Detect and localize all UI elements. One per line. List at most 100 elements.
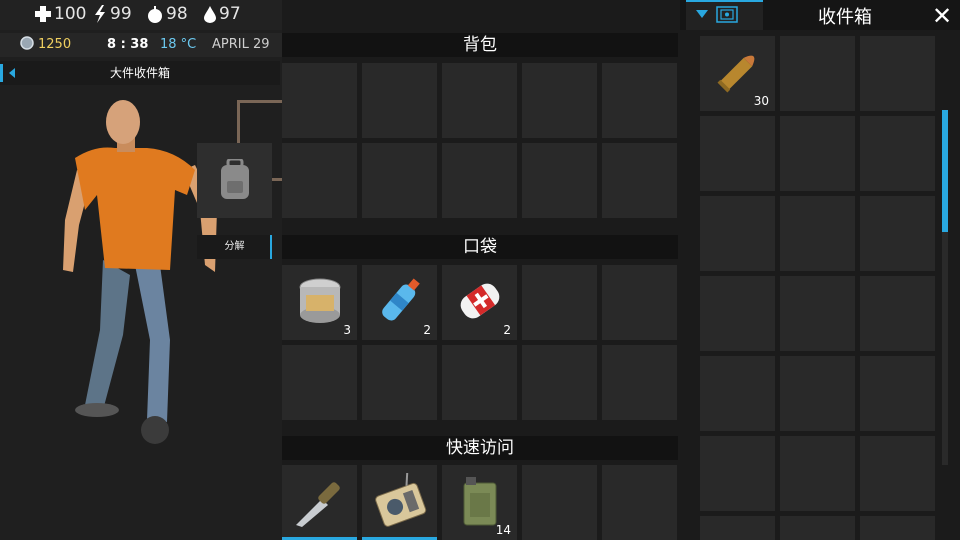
health-value: 100 xyxy=(54,4,87,24)
storage-slot[interactable] xyxy=(860,196,935,271)
lightning-icon xyxy=(95,5,105,23)
pocket-slot[interactable]: 2 xyxy=(442,265,517,340)
storage-slot[interactable] xyxy=(780,516,855,540)
storage-slot[interactable] xyxy=(700,436,775,511)
storage-slot[interactable] xyxy=(780,356,855,431)
tab-marker xyxy=(0,64,3,82)
canned-food-icon xyxy=(299,278,341,323)
arrow-left-icon[interactable] xyxy=(9,68,15,78)
info-bar: 1250 8 : 38 18 °C APRIL 29 xyxy=(0,33,282,57)
backpack-slot[interactable] xyxy=(362,143,437,218)
coin-icon xyxy=(20,36,34,54)
storage-slot[interactable] xyxy=(700,276,775,351)
accent-bar xyxy=(686,0,763,2)
storage-slot[interactable] xyxy=(780,196,855,271)
pocket-slot[interactable] xyxy=(602,345,677,420)
item-count: 30 xyxy=(753,94,769,108)
bullet-icon xyxy=(717,55,755,93)
storage-slot[interactable] xyxy=(860,516,935,540)
water-stat: 97 xyxy=(204,4,241,24)
quick-access-slot[interactable] xyxy=(522,465,597,540)
close-icon[interactable]: ✕ xyxy=(932,2,952,30)
storage-slot[interactable] xyxy=(780,116,855,191)
pocket-slot[interactable] xyxy=(282,345,357,420)
backpack-slot[interactable] xyxy=(362,63,437,138)
energy-stat: 99 xyxy=(93,4,132,24)
knife-icon xyxy=(296,482,340,527)
jerrycan-icon xyxy=(463,477,497,526)
backpack-slot[interactable] xyxy=(602,143,677,218)
backpack-slot[interactable] xyxy=(522,63,597,138)
temperature-value: 18 °C xyxy=(160,37,197,52)
item-count: 14 xyxy=(495,523,511,537)
slot-connector xyxy=(237,100,240,145)
item-count: 2 xyxy=(503,323,511,337)
storage-slot[interactable] xyxy=(780,276,855,351)
item-count: 3 xyxy=(343,323,351,337)
status-bar: 100 99 98 97 xyxy=(0,0,282,30)
large-crate-tab[interactable]: 大件收件箱 xyxy=(0,61,280,85)
close-button[interactable]: ✕ xyxy=(928,2,956,30)
pocket-slot[interactable] xyxy=(522,345,597,420)
pockets-title: 口袋 xyxy=(463,237,497,257)
safe-icon xyxy=(716,6,738,23)
scrollbar-thumb[interactable] xyxy=(942,110,948,232)
food-stat: 98 xyxy=(147,4,188,24)
backpack-slot[interactable] xyxy=(282,63,357,138)
water-bottle-icon xyxy=(382,278,420,321)
pocket-slot[interactable] xyxy=(362,345,437,420)
radio-icon xyxy=(375,473,427,527)
pocket-slot[interactable]: 2 xyxy=(362,265,437,340)
backpack-slot[interactable] xyxy=(442,63,517,138)
quick-access-slot[interactable] xyxy=(362,465,437,540)
storage-slot[interactable] xyxy=(860,276,935,351)
backpack-slot[interactable] xyxy=(442,143,517,218)
apple-icon xyxy=(148,5,162,23)
health-icon xyxy=(35,6,51,22)
coins-value: 1250 xyxy=(38,37,72,52)
pocket-slot[interactable] xyxy=(522,265,597,340)
quick-access-title: 快速访问 xyxy=(446,438,514,458)
backpack-icon xyxy=(221,159,249,199)
large-crate-tab-label: 大件收件箱 xyxy=(109,66,170,80)
water-drop-icon xyxy=(204,5,216,23)
pocket-slot[interactable] xyxy=(602,265,677,340)
quick-access-slot[interactable] xyxy=(282,465,357,540)
water-value: 97 xyxy=(219,4,241,24)
storage-slot[interactable] xyxy=(860,36,935,111)
time-value: 8 : 38 xyxy=(107,37,149,52)
storage-slot[interactable] xyxy=(700,516,775,540)
backpack-slot[interactable] xyxy=(602,63,677,138)
date-value: APRIL 29 xyxy=(212,37,270,52)
backpack-equip-slot[interactable] xyxy=(197,143,272,218)
storage-title: 收件箱 xyxy=(818,7,872,28)
quick-access-slot[interactable]: 14 xyxy=(442,465,517,540)
backpack-title: 背包 xyxy=(463,35,497,55)
storage-slot[interactable]: 30 xyxy=(700,36,775,111)
pockets-header: 口袋 xyxy=(282,235,678,259)
backpack-slot[interactable] xyxy=(282,143,357,218)
storage-slot[interactable] xyxy=(700,116,775,191)
decompose-button[interactable]: 分解 xyxy=(197,235,272,259)
slot-connector xyxy=(237,100,283,103)
item-count: 2 xyxy=(423,323,431,337)
pocket-slot[interactable] xyxy=(442,345,517,420)
storage-selector[interactable] xyxy=(686,0,763,30)
bandage-icon xyxy=(460,283,500,319)
storage-slot[interactable] xyxy=(860,356,935,431)
quick-access-slot[interactable] xyxy=(602,465,677,540)
pocket-slot[interactable]: 3 xyxy=(282,265,357,340)
storage-slot[interactable] xyxy=(700,356,775,431)
food-value: 98 xyxy=(166,4,188,24)
storage-slot[interactable] xyxy=(860,116,935,191)
storage-slot[interactable] xyxy=(780,36,855,111)
storage-slot[interactable] xyxy=(780,436,855,511)
decompose-label: 分解 xyxy=(224,241,245,252)
storage-slot[interactable] xyxy=(860,436,935,511)
backpack-slot[interactable] xyxy=(522,143,597,218)
quick-access-header: 快速访问 xyxy=(282,436,678,460)
storage-slot[interactable] xyxy=(700,196,775,271)
energy-value: 99 xyxy=(110,4,132,24)
dropdown-arrow-icon[interactable] xyxy=(696,10,708,18)
accent-bar xyxy=(270,235,272,259)
